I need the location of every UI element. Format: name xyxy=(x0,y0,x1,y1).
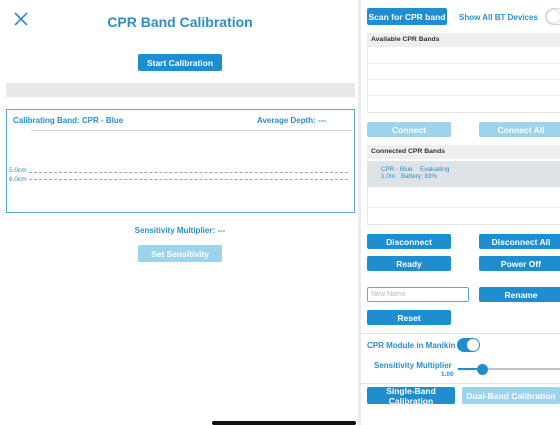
available-bands-header: Available CPR Bands xyxy=(367,33,560,47)
sensitivity-slider-track[interactable] xyxy=(458,368,560,370)
device-panel: Scan for CPR band Show All BT Devices Av… xyxy=(361,0,560,425)
connect-all-button[interactable]: Connect All xyxy=(479,122,560,137)
calibration-panel: CPR Band Calibration Start Calibration C… xyxy=(0,0,358,425)
list-separator xyxy=(368,207,560,208)
list-separator xyxy=(368,79,560,80)
connect-button[interactable]: Connect xyxy=(367,122,451,137)
band-name: CPR - Blue xyxy=(381,166,413,173)
cpr-module-toggle[interactable] xyxy=(457,338,480,352)
disconnect-all-button[interactable]: Disconnect All xyxy=(479,234,560,249)
connected-band-row[interactable]: CPR - Blue Evaluating 1.0m Battery: 83% xyxy=(367,161,560,187)
set-sensitivity-button[interactable]: Set Sensitivity xyxy=(138,245,222,262)
scan-button[interactable]: Scan for CPR band xyxy=(367,8,447,25)
list-separator xyxy=(368,63,560,64)
connected-bands-header: Connected CPR Bands xyxy=(367,145,560,159)
home-indicator xyxy=(212,421,356,425)
show-all-devices-toggle[interactable] xyxy=(545,8,560,25)
ready-button[interactable]: Ready xyxy=(367,256,451,271)
sensitivity-multiplier-label: Sensitivity Multiplier: --- xyxy=(134,226,226,235)
available-bands-list[interactable] xyxy=(367,47,560,113)
show-all-devices-label: Show All BT Devices xyxy=(459,13,538,22)
connected-bands-list xyxy=(367,187,560,225)
band-distance: 1.0m xyxy=(381,173,395,180)
start-calibration-button[interactable]: Start Calibration xyxy=(138,54,222,71)
depth-marker-label-b: 6.0cm xyxy=(9,176,27,183)
power-off-button[interactable]: Power Off xyxy=(479,256,560,271)
dual-band-calibration-button[interactable]: Dual-Band Calibration xyxy=(462,387,560,404)
single-band-calibration-button[interactable]: Single-Band Calibration xyxy=(367,386,455,406)
page-title: CPR Band Calibration xyxy=(107,14,253,30)
depth-marker-label-a: 5.0cm xyxy=(9,167,27,174)
list-separator xyxy=(368,95,560,96)
sensitivity-multiplier-label: Sensitivity Multiplier xyxy=(374,361,452,370)
depth-marker-line-a xyxy=(29,172,348,173)
band-battery: Battery: 83% xyxy=(401,173,438,180)
disconnect-button[interactable]: Disconnect xyxy=(367,234,451,249)
calibration-progress-bar xyxy=(6,83,355,97)
section-divider xyxy=(361,383,560,384)
new-name-input[interactable]: New Name xyxy=(367,287,469,302)
rename-button[interactable]: Rename xyxy=(479,287,560,302)
calibration-graph: Calibrating Band: CPR - Blue Average Dep… xyxy=(6,109,355,213)
average-depth-label: Average Depth: --- xyxy=(257,116,327,125)
section-divider xyxy=(361,333,560,334)
toggle-knob xyxy=(547,10,560,23)
calibrating-band-label: Calibrating Band: CPR - Blue xyxy=(13,116,124,125)
close-icon[interactable] xyxy=(12,10,30,28)
reset-button[interactable]: Reset xyxy=(367,310,451,325)
toggle-knob xyxy=(467,339,479,351)
graph-top-line xyxy=(31,130,352,131)
sensitivity-value: 1.00 xyxy=(441,371,454,378)
depth-marker-line-b xyxy=(29,179,348,180)
band-status: Evaluating xyxy=(420,166,450,173)
cpr-module-label: CPR Module in Manikin xyxy=(367,341,456,350)
sensitivity-slider-knob[interactable] xyxy=(477,364,489,375)
